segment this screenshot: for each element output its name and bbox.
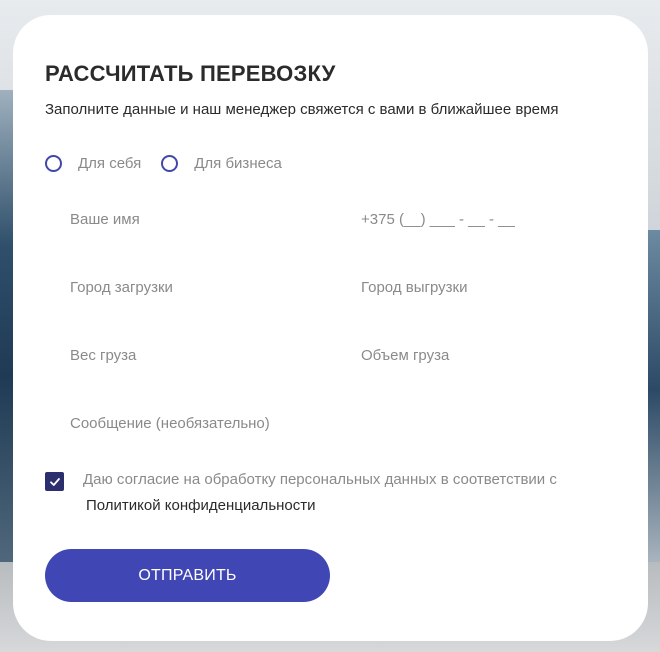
city-from-input[interactable] <box>70 279 310 296</box>
volume-field <box>361 347 601 364</box>
transport-calculation-form: РАССЧИТАТЬ ПЕРЕВОЗКУ Заполните данные и … <box>13 15 648 641</box>
consent-checkbox[interactable] <box>45 472 64 491</box>
phone-input[interactable] <box>361 211 601 228</box>
privacy-policy-link[interactable]: Политикой конфиденциальности <box>86 497 316 514</box>
city-to-input[interactable] <box>361 279 601 296</box>
message-input[interactable] <box>70 415 470 432</box>
phone-field <box>361 211 601 228</box>
client-type-radio-group: Для себя Для бизнеса <box>45 155 302 172</box>
name-input[interactable] <box>70 211 310 228</box>
city-from-field <box>70 279 310 296</box>
submit-button[interactable]: ОТПРАВИТЬ <box>45 549 330 602</box>
radio-circle-icon[interactable] <box>161 155 179 172</box>
city-to-field <box>361 279 601 296</box>
message-field <box>70 415 470 432</box>
name-field <box>70 211 310 228</box>
consent-text: Даю согласие на обработку персональных д… <box>83 471 557 488</box>
radio-for-self[interactable]: Для себя <box>45 155 141 172</box>
weight-field <box>70 347 310 364</box>
form-title: РАССЧИТАТЬ ПЕРЕВОЗКУ <box>45 61 336 86</box>
weight-input[interactable] <box>70 347 310 364</box>
radio-for-self-label: Для себя <box>78 155 142 172</box>
radio-for-business[interactable]: Для бизнеса <box>161 155 282 172</box>
check-icon <box>49 477 60 486</box>
form-subtitle: Заполните данные и наш менеджер свяжется… <box>45 101 559 118</box>
volume-input[interactable] <box>361 347 601 364</box>
radio-circle-icon[interactable] <box>45 155 62 172</box>
radio-for-business-label: Для бизнеса <box>194 155 282 172</box>
